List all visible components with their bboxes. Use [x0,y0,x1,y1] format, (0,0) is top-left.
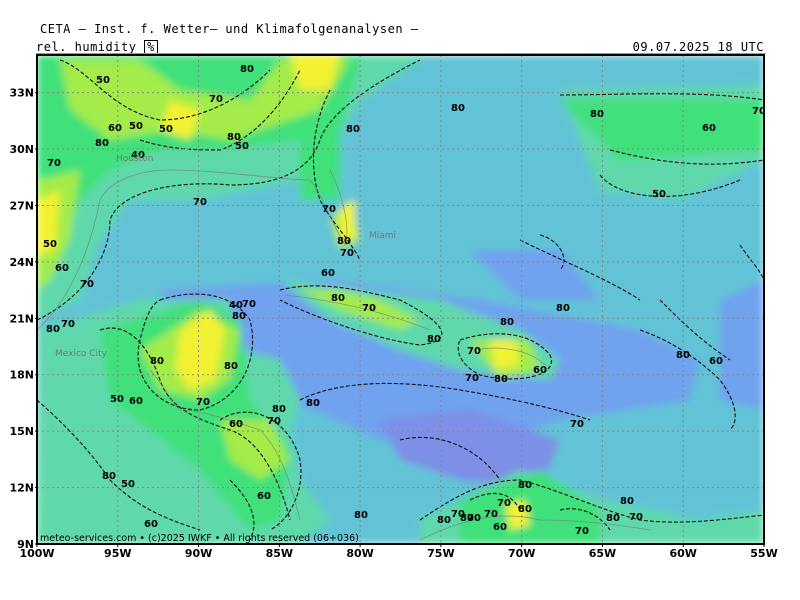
lon-tick-label: 55W [750,547,777,560]
contour-label: 80 [95,138,109,149]
contour-label: 70 [322,204,336,215]
lon-tick-label: 80W [346,547,373,560]
contour-label: 80 [451,103,465,114]
city-label: Mexico City [55,349,108,359]
contour-label: 80 [346,124,360,135]
contour-label: 70 [80,279,94,290]
contour-label: 80 [46,324,60,335]
contour-label: 80 [224,361,238,372]
contour-label: 70 [242,299,256,310]
contour-label: 70 [362,303,376,314]
lat-tick-label: 30N [9,143,34,156]
contour-label: 60 [709,356,723,367]
contour-label: 60 [321,268,335,279]
contour-label: 70 [61,319,75,330]
lon-tick-label: 95W [104,547,131,560]
contour-label: 50 [652,189,666,200]
contour-label: 70 [47,158,61,169]
contour-label: 80 [494,374,508,385]
contour-label: 80 [102,471,116,482]
contour-label: 60 [55,263,69,274]
city-label: Houston [116,154,153,164]
contour-label: 80 [518,480,532,491]
contour-label: 40 [229,300,243,311]
lat-tick-label: 24N [9,256,34,269]
contour-label: 70 [267,416,281,427]
contour-label: 80 [354,510,368,521]
lon-tick-label: 70W [508,547,535,560]
contour-label: 80 [240,64,254,75]
contour-label: 60 [229,419,243,430]
contour-label: 80 [518,504,532,515]
contour-label: 60 [702,123,716,134]
contour-label: 70 [570,419,584,430]
lon-tick-label: 100W [19,547,54,560]
contour-label: 70 [629,512,643,523]
contour-label: 80 [337,236,351,247]
lat-tick-label: 21N [9,312,34,325]
contour-label: 70 [484,509,498,520]
lon-tick-label: 75W [427,547,454,560]
lon-tick-label: 65W [589,547,616,560]
contour-label: 80 [620,496,634,507]
field-patch [490,340,520,370]
contour-label: 60 [257,491,271,502]
contour-label: 60 [108,123,122,134]
contour-label: 80 [437,515,451,526]
lat-tick-label: 12N [9,482,34,495]
contour-label: 50 [43,239,57,250]
contour-label: 70 [193,197,207,208]
contour-label: 70 [340,248,354,259]
contour-label: 80 [590,109,604,120]
contour-label: 50 [96,75,110,86]
contour-label: 80 [606,513,620,524]
field-layer: 50708060 50805080705080405060707080806070… [37,55,764,544]
contour-label: 70 [497,498,511,509]
contour-label: 50 [235,141,249,152]
contour-label: 80 [150,356,164,367]
contour-label: 50 [159,124,173,135]
lon-tick-label: 60W [669,547,696,560]
contour-label: 60 [493,522,507,533]
lat-tick-label: 15N [9,425,34,438]
contour-label: 70 [451,509,465,520]
lon-tick-label: 85W [266,547,293,560]
contour-label: 80 [272,404,286,415]
field-patch [440,430,480,470]
contour-label: 80 [427,334,441,345]
contour-label: 60 [144,519,158,530]
copyright-text: meteo-services.com • (c)2025 IWKF • All … [40,533,359,544]
contour-label: 50 [110,394,124,405]
contour-label: 80 [331,293,345,304]
humidity-map: 50708060 50805080705080405060707080806070… [9,54,778,560]
contour-label: 80 [500,317,514,328]
humidity-fill [37,55,764,544]
contour-label: 80 [676,350,690,361]
lon-tick-label: 90W [185,547,212,560]
contour-label: 80 [232,311,246,322]
contour-label: 70 [196,397,210,408]
city-label: Miami [369,231,396,241]
contour-label: 60 [129,396,143,407]
field-patch [720,280,764,410]
contour-label: 70 [465,373,479,384]
contour-label: 50 [121,479,135,490]
contour-label: 80 [306,398,320,409]
contour-label: 70 [209,94,223,105]
lat-tick-label: 27N [9,199,34,212]
contour-label: 70 [575,526,589,537]
lat-tick-label: 18N [9,369,34,382]
lat-tick-label: 33N [9,87,34,100]
contour-label: 50 [129,121,143,132]
contour-label: 60 [533,365,547,376]
contour-label: 80 [556,303,570,314]
contour-label: 70 [467,346,481,357]
